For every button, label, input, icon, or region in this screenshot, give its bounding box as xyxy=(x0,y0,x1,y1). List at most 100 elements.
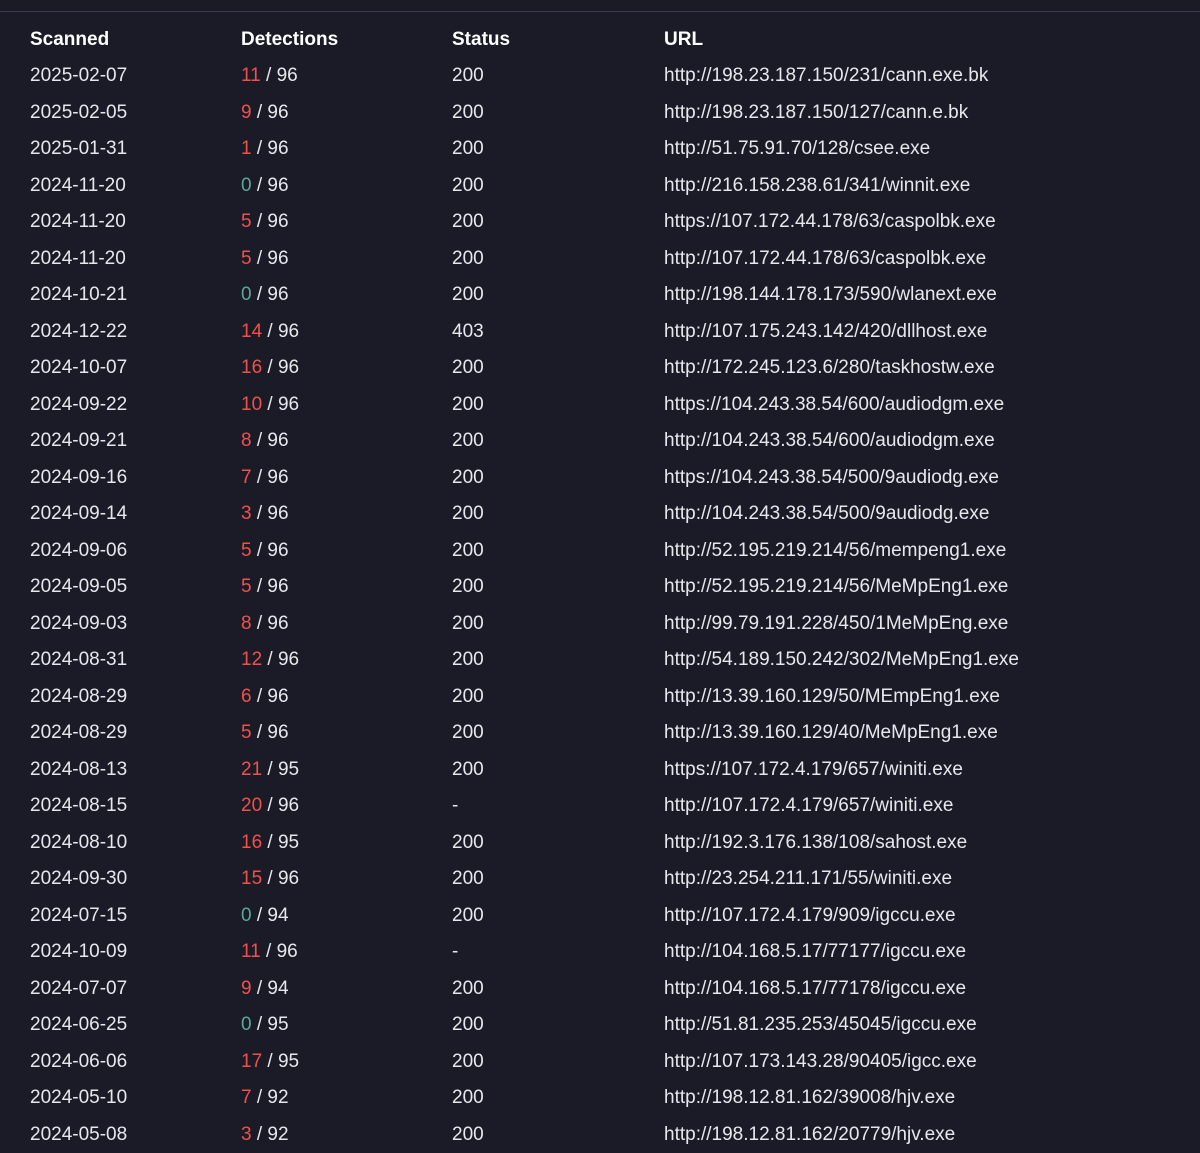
table-row[interactable]: 2024-10-09 11 / 96- http://104.168.5.17/77… xyxy=(0,934,1200,971)
status-code: 200 xyxy=(452,868,484,890)
url-link[interactable]: http://51.75.91.70/128/csee.exe xyxy=(664,138,930,159)
url-link[interactable]: https://104.243.38.54/500/9audiodg.exe xyxy=(664,467,999,488)
url-link[interactable]: http://104.243.38.54/500/9audiodg.exe xyxy=(664,503,989,524)
url-link[interactable]: http://52.195.219.214/56/MeMpEng1.exe xyxy=(664,576,1008,597)
scanned-date: 2024-10-07 xyxy=(30,357,128,379)
url-link[interactable]: https://107.172.4.179/657/winiti.exe xyxy=(664,759,963,780)
url-link[interactable]: http://104.243.38.54/600/audiodgm.exe xyxy=(664,430,995,451)
detection-total: / 96 xyxy=(267,393,300,415)
url-link[interactable]: http://13.39.160.129/40/MeMpEng1.exe xyxy=(664,722,998,743)
table-row[interactable]: 2024-09-05 5 / 96 200 http://52.195.219.214… xyxy=(0,569,1200,606)
status-code: 200 xyxy=(452,539,484,561)
url-link[interactable]: http://13.39.160.129/50/MEmpEng1.exe xyxy=(664,686,1000,707)
detections-cell: 5 / 96 xyxy=(241,241,452,278)
url-link[interactable]: http://107.175.243.142/420/dllhost.exe xyxy=(664,321,987,342)
table-row[interactable]: 2024-09-21 8 / 96 200 http://104.243.38.54/… xyxy=(0,423,1200,460)
detection-count: 8 xyxy=(241,430,252,452)
url-link[interactable]: http://104.168.5.17/77178/igccu.exe xyxy=(664,978,966,999)
table-row[interactable]: 2024-08-15 20 / 96- http://107.172.4.179/6… xyxy=(0,788,1200,825)
detection-count: 5 xyxy=(241,722,252,744)
table-row[interactable]: 2024-09-22 10 / 96 200 https://104.243.38.5… xyxy=(0,387,1200,424)
table-row[interactable]: 2024-08-29 5 / 96 200 http://13.39.160.129/… xyxy=(0,715,1200,752)
url-link[interactable]: http://198.23.187.150/231/cann.exe.bk xyxy=(664,65,988,86)
url-link[interactable]: http://198.12.81.162/20779/hjv.exe xyxy=(664,1124,955,1145)
table-row[interactable]: 2024-09-30 15 / 96 200 http://23.254.211.17… xyxy=(0,861,1200,898)
status-code: 200 xyxy=(452,101,484,123)
url-link[interactable]: http://192.3.176.138/108/sahost.exe xyxy=(664,832,967,853)
table-row[interactable]: 2024-07-15 0 / 94 200 http://107.172.4.179/… xyxy=(0,898,1200,935)
url-link[interactable]: http://107.172.4.179/909/igccu.exe xyxy=(664,905,956,926)
table-row[interactable]: 2024-09-14 3 / 96 200 http://104.243.38.54/… xyxy=(0,496,1200,533)
status-code: 200 xyxy=(452,1123,484,1145)
table-row[interactable]: 2024-11-20 5 / 96 200 http://107.172.44.178… xyxy=(0,241,1200,278)
table-row[interactable]: 2024-08-10 16 / 95 200 http://192.3.176.138… xyxy=(0,825,1200,862)
table-row[interactable]: 2024-09-16 7 / 96 200 https://104.243.38.54… xyxy=(0,460,1200,497)
status-code: 200 xyxy=(452,649,484,671)
status-code: 200 xyxy=(452,174,484,196)
url-link[interactable]: http://198.23.187.150/127/cann.e.bk xyxy=(664,102,968,123)
detections-cell: 12 / 96 xyxy=(241,642,452,679)
header-detections[interactable]: Detections xyxy=(241,22,452,58)
table-row[interactable]: 2024-05-10 7 / 92 200 http://198.12.81.162/… xyxy=(0,1080,1200,1117)
status-code: 200 xyxy=(452,576,484,598)
url-link[interactable]: http://172.245.123.6/280/taskhostw.exe xyxy=(664,357,995,378)
table-row[interactable]: 2025-01-31 1 / 96 200 http://51.75.91.70/12… xyxy=(0,131,1200,168)
table-row[interactable]: 2025-02-05 9 / 96 200 http://198.23.187.150… xyxy=(0,95,1200,132)
detection-total: / 96 xyxy=(256,722,289,744)
table-row[interactable]: 2024-07-07 9 / 94 200 http://104.168.5.17/7… xyxy=(0,971,1200,1008)
table-row[interactable]: 2024-08-13 21 / 95 200 https://107.172.4.17… xyxy=(0,752,1200,789)
url-link[interactable]: http://54.189.150.242/302/MeMpEng1.exe xyxy=(664,649,1019,670)
table-row[interactable]: 2024-09-03 8 / 96 200 http://99.79.191.228/… xyxy=(0,606,1200,643)
detection-total: / 96 xyxy=(256,247,289,269)
table-row[interactable]: 2024-06-25 0 / 95 200 http://51.81.235.253/… xyxy=(0,1007,1200,1044)
url-link[interactable]: http://23.254.211.171/55/winiti.exe xyxy=(664,868,952,889)
detections-cell: 9 / 94 xyxy=(241,971,452,1008)
table-row[interactable]: 2024-11-20 0 / 96 200 http://216.158.238.61… xyxy=(0,168,1200,205)
detection-total: / 96 xyxy=(256,101,289,123)
table-row[interactable]: 2024-06-06 17 / 95 200 http://107.173.143.2… xyxy=(0,1044,1200,1081)
url-link[interactable]: http://107.172.4.179/657/winiti.exe xyxy=(664,795,953,816)
url-link[interactable]: http://198.144.178.173/590/wlanext.exe xyxy=(664,284,997,305)
detection-count: 9 xyxy=(241,977,252,999)
url-link[interactable]: http://51.81.235.253/45045/igccu.exe xyxy=(664,1014,977,1035)
url-link[interactable]: https://104.243.38.54/600/audiodgm.exe xyxy=(664,394,1004,415)
scanned-date: 2024-09-06 xyxy=(30,539,128,561)
table-row[interactable]: 2024-08-29 6 / 96 200 http://13.39.160.129/… xyxy=(0,679,1200,716)
url-link[interactable]: https://107.172.44.178/63/caspolbk.exe xyxy=(664,211,996,232)
detection-total: / 94 xyxy=(256,977,289,999)
table-row[interactable]: 2024-09-06 5 / 96 200 http://52.195.219.214… xyxy=(0,533,1200,570)
table-row[interactable]: 2024-05-08 3 / 92 200 http://198.12.81.162/… xyxy=(0,1117,1200,1153)
table-row[interactable]: 2024-08-31 12 / 96 200 http://54.189.150.24… xyxy=(0,642,1200,679)
scanned-date: 2024-06-25 xyxy=(30,1014,128,1036)
url-cell: https://107.172.44.178/63/caspolbk.exe xyxy=(664,204,1200,241)
table-row[interactable]: 2024-12-22 14 / 96 403 http://107.175.243.1… xyxy=(0,314,1200,351)
scanned-date: 2024-08-29 xyxy=(30,722,128,744)
detections-cell: 6 / 96 xyxy=(241,679,452,716)
url-link[interactable]: http://198.12.81.162/39008/hjv.exe xyxy=(664,1087,955,1108)
detection-count: 0 xyxy=(241,904,252,926)
detections-cell: 16 / 96 xyxy=(241,350,452,387)
header-status[interactable]: Status xyxy=(452,22,664,58)
detection-count: 7 xyxy=(241,1087,252,1109)
url-link[interactable]: http://99.79.191.228/450/1MeMpEng.exe xyxy=(664,613,1008,634)
detections-cell: 5 / 96 xyxy=(241,569,452,606)
url-link[interactable]: http://52.195.219.214/56/mempeng1.exe xyxy=(664,540,1006,561)
scanned-date: 2024-11-20 xyxy=(30,174,126,196)
scanned-date: 2024-08-10 xyxy=(30,831,128,853)
detections-cell: 3 / 92 xyxy=(241,1117,452,1153)
table-row[interactable]: 2024-10-21 0 / 96 200 http://198.144.178.17… xyxy=(0,277,1200,314)
table-row[interactable]: 2025-02-07 11 / 96 200 http://198.23.187.15… xyxy=(0,58,1200,95)
scanned-date: 2024-12-22 xyxy=(30,320,128,342)
url-link[interactable]: http://104.168.5.17/77177/igccu.exe xyxy=(664,941,966,962)
status-code: 200 xyxy=(452,393,484,415)
url-link[interactable]: http://107.173.143.28/90405/igcc.exe xyxy=(664,1051,977,1072)
detection-total: / 96 xyxy=(267,868,300,890)
url-cell: http://107.175.243.142/420/dllhost.exe xyxy=(664,314,1200,351)
detection-total: / 96 xyxy=(256,211,289,233)
header-url[interactable]: URL xyxy=(664,22,1200,58)
table-row[interactable]: 2024-11-20 5 / 96 200 https://107.172.44.17… xyxy=(0,204,1200,241)
url-link[interactable]: http://107.172.44.178/63/caspolbk.exe xyxy=(664,248,986,269)
table-row[interactable]: 2024-10-07 16 / 96 200 http://172.245.123.6… xyxy=(0,350,1200,387)
header-scanned[interactable]: Scanned xyxy=(0,22,241,58)
url-link[interactable]: http://216.158.238.61/341/winnit.exe xyxy=(664,175,970,196)
